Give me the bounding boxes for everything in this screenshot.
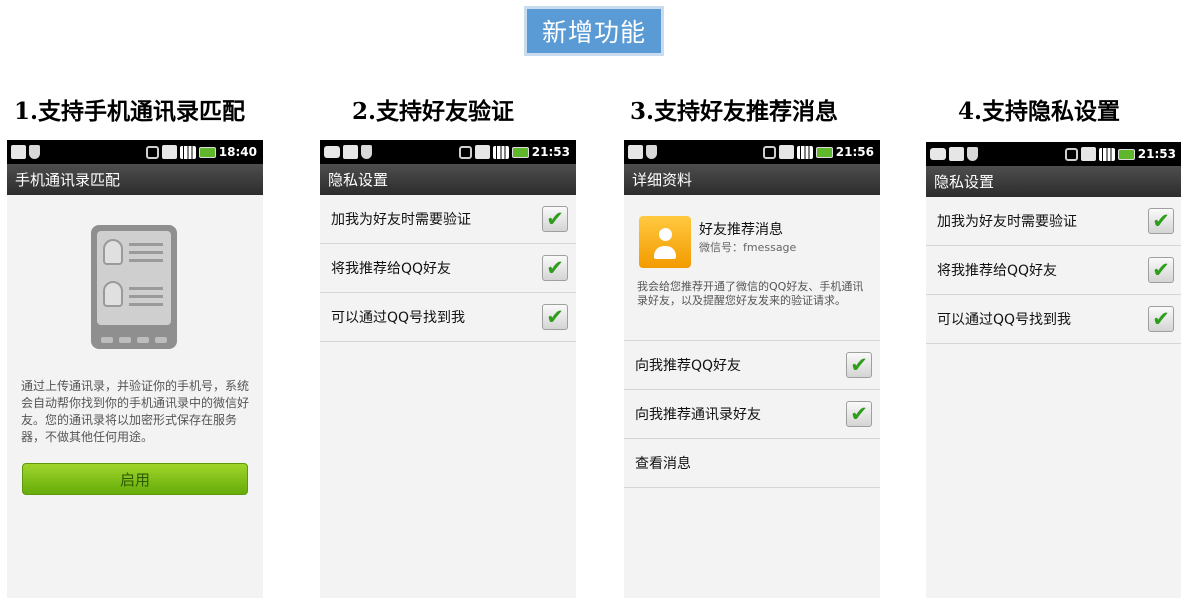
setting-label: 可以通过QQ号找到我 — [937, 312, 1072, 328]
clock: 21:53 — [1137, 147, 1176, 161]
setting-row-recommend-qq[interactable]: 将我推荐给QQ好友 ✔ — [320, 244, 576, 293]
screen-title: 详细资料 — [624, 164, 880, 195]
network-icon — [1080, 147, 1096, 161]
signal-icon — [1098, 147, 1115, 161]
status-bar: 18:40 — [7, 140, 263, 164]
phone-screen-recommend: 21:56 详细资料 好友推荐消息 微信号：fmessage 我会给您推荐开通了… — [624, 140, 880, 598]
usb-icon — [343, 145, 358, 159]
setting-label: 加我为好友时需要验证 — [937, 214, 1077, 230]
clock: 21:56 — [835, 145, 874, 159]
status-bar: 21:56 — [624, 140, 880, 164]
network-icon — [474, 145, 490, 159]
heading-friend-recommend: 3.支持好友推荐消息 — [630, 98, 839, 125]
setting-row-verify[interactable]: 加我为好友时需要验证 ✔ — [320, 195, 576, 244]
setting-label: 向我推荐QQ好友 — [635, 358, 742, 374]
contacts-book-icon — [91, 225, 177, 349]
checkbox-find-by-qq[interactable]: ✔ — [542, 304, 568, 330]
setting-row-verify[interactable]: 加我为好友时需要验证 ✔ — [926, 197, 1181, 246]
phone-screen-privacy: 21:53 隐私设置 加我为好友时需要验证 ✔ 将我推荐给QQ好友 ✔ 可以通过… — [926, 142, 1181, 598]
usb-icon — [628, 145, 643, 159]
status-bar: 21:53 — [926, 142, 1181, 166]
vibrate-icon — [458, 145, 472, 159]
shield-icon — [646, 145, 657, 159]
contacts-avatar-icon — [639, 216, 691, 268]
vibrate-icon — [762, 145, 776, 159]
signal-icon — [492, 145, 509, 159]
status-bar: 21:53 — [320, 140, 576, 164]
screen-title: 隐私设置 — [320, 164, 576, 195]
usb-icon — [949, 147, 964, 161]
profile-card: 好友推荐消息 微信号：fmessage 我会给您推荐开通了微信的QQ好友、手机通… — [624, 195, 880, 340]
shield-icon — [967, 147, 978, 161]
setting-label: 加我为好友时需要验证 — [331, 212, 471, 228]
setting-label: 可以通过QQ号找到我 — [331, 310, 466, 326]
profile-id: 微信号：fmessage — [699, 241, 797, 254]
usb-icon — [11, 145, 26, 159]
heading-privacy-settings: 4.支持隐私设置 — [958, 98, 1121, 125]
checkbox-recommend-qq[interactable]: ✔ — [542, 255, 568, 281]
chat-icon — [930, 148, 946, 160]
feature-slide: 新增功能 1.支持手机通讯录匹配 2.支持好友验证 3.支持好友推荐消息 4.支… — [0, 0, 1181, 598]
enable-button[interactable]: 启用 — [22, 463, 248, 495]
heading-friend-verify: 2.支持好友验证 — [352, 98, 515, 125]
shield-icon — [361, 145, 372, 159]
checkbox-verify[interactable]: ✔ — [1148, 208, 1174, 234]
network-icon — [161, 145, 177, 159]
clock: 18:40 — [218, 145, 257, 159]
setting-label: 向我推荐通讯录好友 — [635, 407, 761, 423]
battery-icon — [198, 146, 216, 158]
vibrate-icon — [1064, 147, 1078, 161]
phone-screen-verify: 21:53 隐私设置 加我为好友时需要验证 ✔ 将我推荐给QQ好友 ✔ 可以通过… — [320, 140, 576, 598]
contacts-description: 通过上传通讯录，并验证你的手机号，系统会自动帮你找到你的手机通讯录中的微信好友。… — [21, 379, 250, 444]
network-icon — [778, 145, 794, 159]
clock: 21:53 — [531, 145, 570, 159]
new-features-banner: 新增功能 — [524, 6, 664, 56]
checkbox-verify[interactable]: ✔ — [542, 206, 568, 232]
screen-title: 隐私设置 — [926, 166, 1181, 197]
setting-row-recommend-contacts[interactable]: 向我推荐通讯录好友 ✔ — [624, 390, 880, 439]
setting-row-find-by-qq[interactable]: 可以通过QQ号找到我 ✔ — [926, 295, 1181, 344]
setting-label: 查看消息 — [635, 456, 691, 472]
chat-icon — [324, 146, 340, 158]
setting-label: 将我推荐给QQ好友 — [937, 263, 1058, 279]
profile-description: 我会给您推荐开通了微信的QQ好友、手机通讯录好友，以及提醒您好友发来的验证请求。 — [637, 280, 864, 307]
screen-title: 手机通讯录匹配 — [7, 164, 263, 195]
signal-icon — [179, 145, 196, 159]
setting-row-find-by-qq[interactable]: 可以通过QQ号找到我 ✔ — [320, 293, 576, 342]
battery-icon — [815, 146, 833, 158]
battery-icon — [511, 146, 529, 158]
battery-icon — [1117, 148, 1135, 160]
signal-icon — [796, 145, 813, 159]
checkbox-recommend-qq[interactable]: ✔ — [846, 352, 872, 378]
heading-contacts-match: 1.支持手机通讯录匹配 — [14, 98, 246, 125]
vibrate-icon — [145, 145, 159, 159]
profile-name: 好友推荐消息 — [699, 222, 783, 238]
checkbox-find-by-qq[interactable]: ✔ — [1148, 306, 1174, 332]
shield-icon — [29, 145, 40, 159]
phone-screen-contacts: 18:40 手机通讯录匹配 通过上传通讯录，并验证你的手机号，系统会自动帮你找到… — [7, 140, 263, 598]
setting-row-recommend-qq[interactable]: 向我推荐QQ好友 ✔ — [624, 341, 880, 390]
checkbox-recommend-qq[interactable]: ✔ — [1148, 257, 1174, 283]
setting-label: 将我推荐给QQ好友 — [331, 261, 452, 277]
view-messages-row[interactable]: 查看消息 — [624, 439, 880, 488]
checkbox-recommend-contacts[interactable]: ✔ — [846, 401, 872, 427]
setting-row-recommend-qq[interactable]: 将我推荐给QQ好友 ✔ — [926, 246, 1181, 295]
